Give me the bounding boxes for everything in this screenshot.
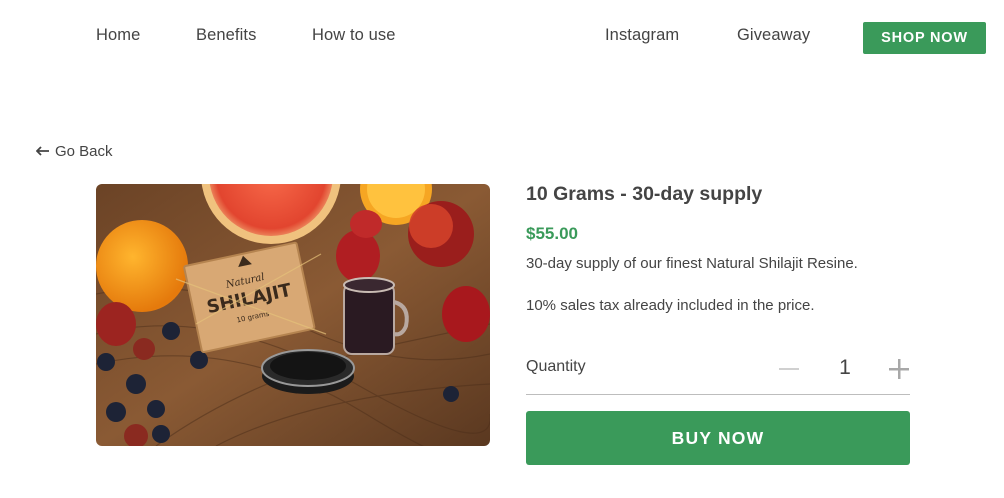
quantity-label: Quantity [526,358,586,375]
arrow-left-icon [35,144,50,159]
nav-how-to-use-link[interactable]: How to use [312,26,396,45]
product-price: $55.00 [526,224,578,243]
nav-benefits-link[interactable]: Benefits [196,26,256,45]
nav-giveaway-link[interactable]: Giveaway [737,26,810,45]
shop-now-button[interactable]: SHOP NOW [863,22,986,54]
nav-instagram-link[interactable]: Instagram [605,26,679,45]
tax-note: 10% sales tax already included in the pr… [526,297,815,314]
plus-icon[interactable] [888,358,910,380]
go-back-label: Go Back [55,143,113,160]
quantity-value[interactable]: 1 [834,356,856,380]
buy-now-button[interactable]: BUY NOW [526,411,910,465]
product-description: 30-day supply of our finest Natural Shil… [526,255,858,272]
quantity-divider [526,394,910,395]
go-back-link[interactable]: Go Back [35,143,113,160]
product-image: Natural SHILAJIT 10 grams [96,184,490,446]
minus-icon[interactable] [778,362,800,376]
nav-home-link[interactable]: Home [96,26,140,45]
product-title: 10 Grams - 30-day supply [526,183,763,205]
